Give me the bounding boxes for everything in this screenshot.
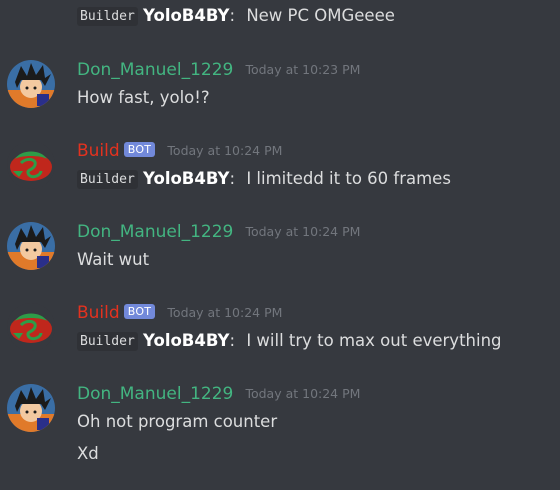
message-text: Xd: [77, 444, 99, 463]
code-inline: Builder: [77, 170, 138, 189]
bot-tag: BOT: [123, 304, 156, 319]
message-header: Don_Manuel_1229 Today at 10:24 PM: [77, 382, 360, 406]
separator: :: [229, 6, 236, 25]
message-header: Don_Manuel_1229 Today at 10:23 PM: [77, 58, 360, 82]
message-line: Builder YoloB4BY: I limitedd it to 60 fr…: [77, 167, 451, 191]
mention-name: YoloB4BY: [143, 169, 230, 188]
code-inline: Builder: [77, 7, 138, 26]
author-name[interactable]: Don_Manuel_1229: [77, 384, 233, 404]
dragon-logo-avatar-icon[interactable]: [7, 141, 55, 189]
goku-avatar-icon[interactable]: [7, 222, 55, 270]
message-text: I will try to max out everything: [246, 331, 502, 350]
message-text: Oh not program counter: [77, 412, 278, 431]
message-text: New PC OMGeeee: [246, 6, 395, 25]
bot-tag: BOT: [123, 142, 156, 157]
mention-name: YoloB4BY: [143, 331, 230, 350]
message-line: Builder YoloB4BY: New PC OMGeeee: [77, 4, 395, 28]
author-name[interactable]: Don_Manuel_1229: [77, 60, 233, 80]
goku-avatar-icon[interactable]: [7, 60, 55, 108]
message-text: How fast, yolo!?: [77, 88, 210, 107]
mention-name: YoloB4BY: [143, 6, 230, 25]
author-name[interactable]: Build: [77, 303, 120, 323]
dragon-logo-avatar-icon[interactable]: [7, 303, 55, 351]
message-line: Xd: [77, 442, 99, 466]
message-text: I limitedd it to 60 frames: [246, 169, 451, 188]
message-header: Build BOT Today at 10:24 PM: [77, 301, 282, 325]
separator: :: [229, 169, 236, 188]
chat-messages: Builder YoloB4BY: New PC OMGeeee Don_Man…: [0, 0, 560, 490]
message-header: Don_Manuel_1229 Today at 10:24 PM: [77, 220, 360, 244]
timestamp: Today at 10:24 PM: [245, 386, 361, 401]
timestamp: Today at 10:24 PM: [167, 305, 283, 320]
separator: :: [229, 331, 236, 350]
message-line: Builder YoloB4BY: I will try to max out …: [77, 329, 502, 353]
goku-avatar-icon[interactable]: [7, 384, 55, 432]
timestamp: Today at 10:24 PM: [245, 224, 361, 239]
author-name[interactable]: Don_Manuel_1229: [77, 222, 233, 242]
timestamp: Today at 10:23 PM: [245, 62, 361, 77]
message-line: Wait wut: [77, 248, 149, 272]
message-line: How fast, yolo!?: [77, 86, 210, 110]
message-text: Wait wut: [77, 250, 150, 269]
timestamp: Today at 10:24 PM: [167, 143, 283, 158]
message-line: Oh not program counter: [77, 410, 277, 434]
message-header: Build BOT Today at 10:24 PM: [77, 139, 282, 163]
code-inline: Builder: [77, 332, 138, 351]
author-name[interactable]: Build: [77, 141, 120, 161]
